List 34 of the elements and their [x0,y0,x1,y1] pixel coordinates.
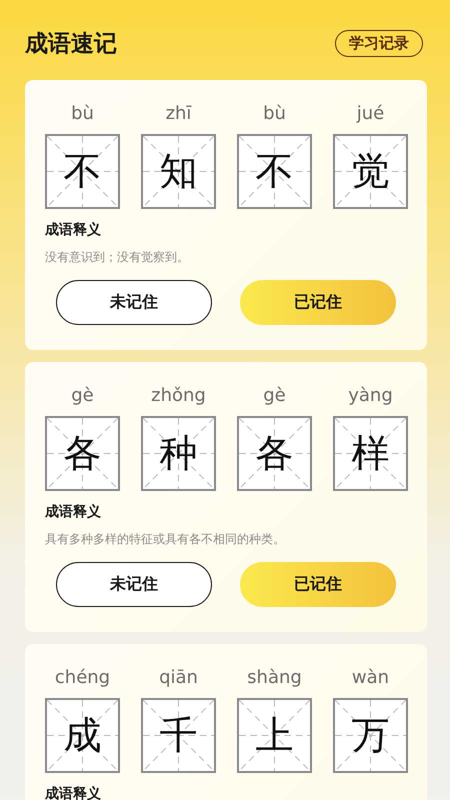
pinyin: gè [263,384,286,408]
pinyin: yàng [348,384,393,408]
pinyin: jué [356,102,384,126]
character-grid: 种 [141,416,216,491]
pinyin: chéng [54,666,110,690]
character-grid: 知 [141,134,216,209]
pinyin: wàn [352,666,390,690]
character-grid: 不 [237,134,312,209]
study-record-button[interactable]: 学习记录 [335,30,423,56]
page-title: 成语速记 [25,30,117,58]
character-grid: 觉 [333,134,408,209]
meaning-text: 没有意识到；没有觉察到。 [45,249,190,266]
character-grid: 不 [45,134,120,209]
character-grid: 各 [237,416,312,491]
character-grid: 样 [333,416,408,491]
pinyin: bù [263,102,286,126]
character-grid: 上 [237,698,312,773]
pinyin: zhǒng [151,384,206,408]
remembered-button[interactable]: 已记住 [240,562,396,607]
pinyin: zhī [166,102,192,126]
meaning-label: 成语释义 [45,221,102,239]
pinyin: shàng [247,666,302,690]
not-remembered-button[interactable]: 未记住 [56,562,212,607]
character-grid: 千 [141,698,216,773]
meaning-label: 成语释义 [45,503,102,521]
meaning-text: 具有多种多样的特征或具有各不相同的种类。 [45,531,286,548]
pinyin: gè [71,384,94,408]
pinyin: bù [71,102,94,126]
character-grid: 各 [45,416,120,491]
remembered-button[interactable]: 已记住 [240,280,396,325]
character-grid: 成 [45,698,120,773]
character-grid: 万 [333,698,408,773]
not-remembered-button[interactable]: 未记住 [56,280,212,325]
pinyin: qiān [159,666,198,690]
